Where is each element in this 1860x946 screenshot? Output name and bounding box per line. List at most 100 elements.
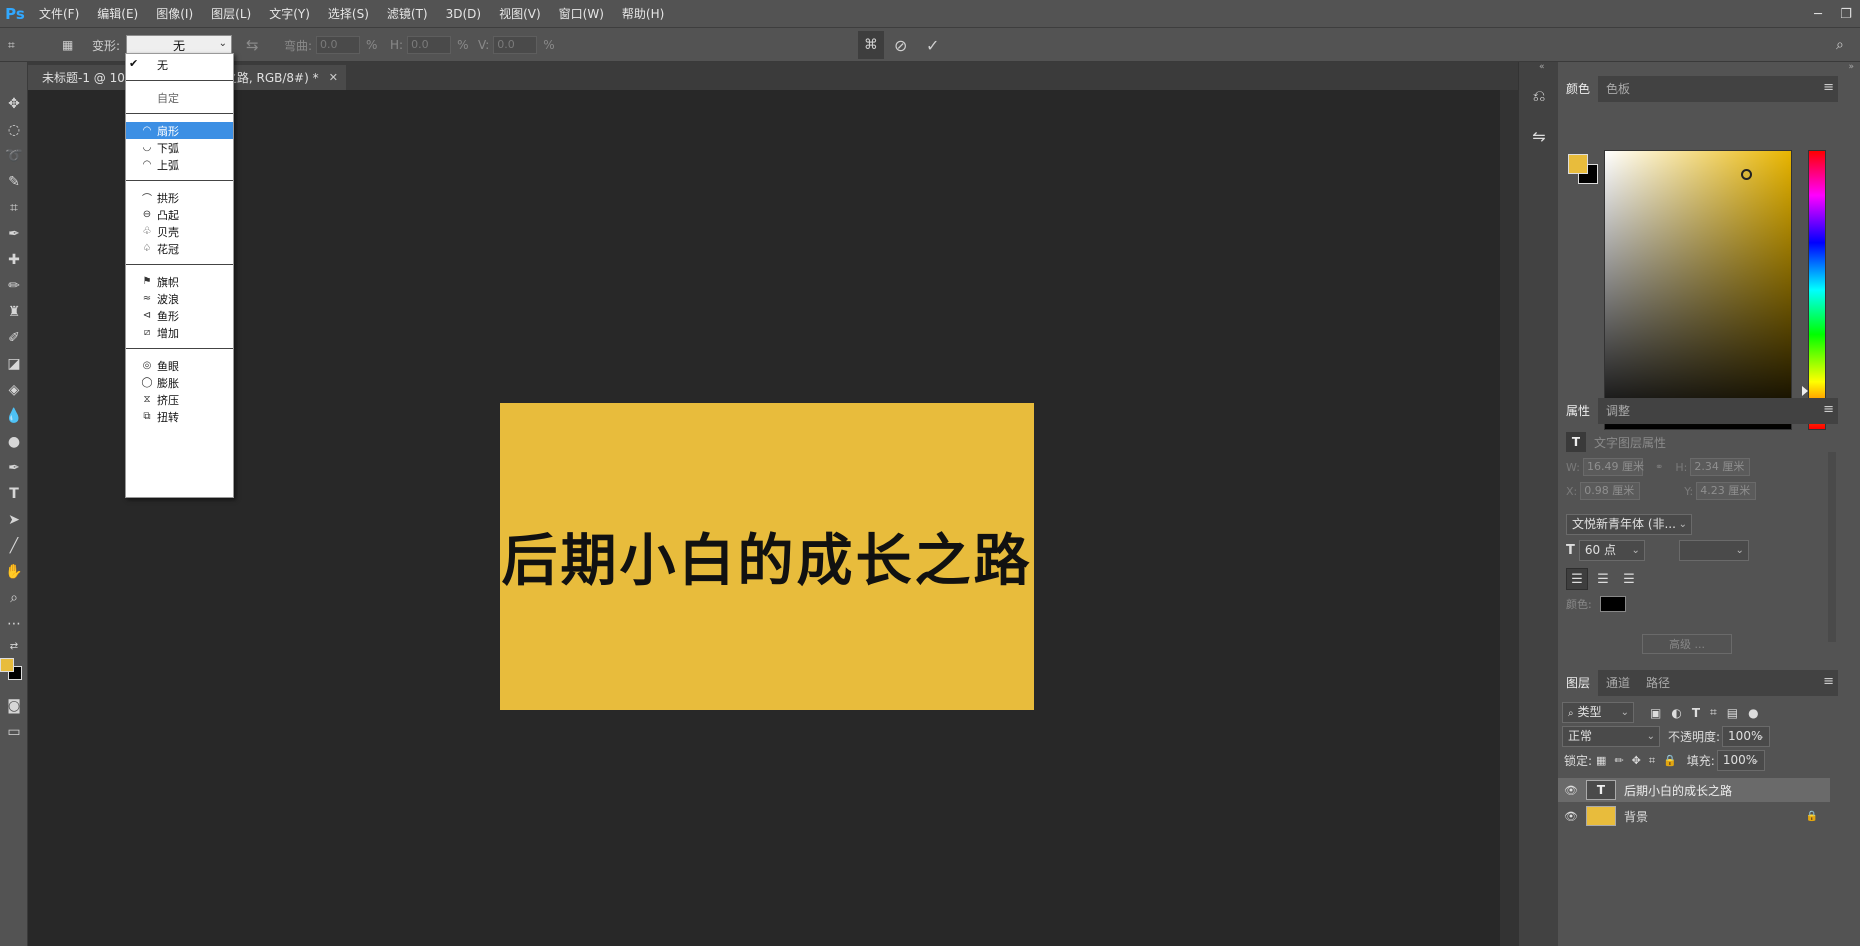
lock-artboard-icon[interactable]: ⌗: [1649, 754, 1655, 768]
eyedropper-tool-icon[interactable]: ✒: [0, 222, 28, 246]
panel-menu-icon[interactable]: ≡: [1823, 402, 1834, 417]
dodge-tool-icon[interactable]: ●: [0, 430, 28, 454]
restore-button[interactable]: ❐: [1832, 0, 1860, 28]
menu-item-1[interactable]: 编辑(E): [88, 0, 147, 28]
x-field[interactable]: 0.98 厘米: [1580, 482, 1641, 500]
menu-item-10[interactable]: 帮助(H): [613, 0, 673, 28]
layer-name[interactable]: 背景: [1624, 808, 1648, 825]
h-field[interactable]: 2.34 厘米: [1690, 458, 1751, 476]
font-size-select[interactable]: 60 点 ⌄: [1578, 540, 1645, 561]
type-tool-icon[interactable]: T: [0, 482, 28, 506]
warp-option[interactable]: ⧉ 扭转: [126, 408, 233, 425]
tab-color[interactable]: 颜色: [1558, 76, 1599, 102]
foreground-color-swatch[interactable]: [1568, 154, 1588, 174]
h-distortion-input[interactable]: 0.0: [407, 36, 452, 54]
blend-mode-select[interactable]: 正常 ⌄: [1562, 726, 1660, 747]
filter-toggle-icon[interactable]: ●: [1748, 706, 1758, 720]
align-left-icon[interactable]: ☰: [1566, 568, 1588, 590]
filter-type-icon[interactable]: T: [1692, 706, 1700, 720]
crop-tool-icon[interactable]: ⌗: [0, 196, 28, 220]
lasso-tool-icon[interactable]: ➰: [0, 144, 28, 168]
bend-input[interactable]: 0.0: [316, 36, 361, 54]
marquee-tool-icon[interactable]: ◌: [0, 118, 28, 142]
vertical-scrollbar[interactable]: [1500, 90, 1518, 946]
search-icon[interactable]: ⌕: [1836, 28, 1844, 62]
character-panel-icon[interactable]: ⇋: [1527, 124, 1551, 148]
tab-properties[interactable]: 属性: [1558, 398, 1599, 424]
layer-row[interactable]: 👁 背景 🔒: [1558, 804, 1830, 828]
lock-position-icon[interactable]: ✥: [1632, 754, 1641, 767]
menu-item-7[interactable]: 3D(D): [437, 0, 490, 28]
layer-row[interactable]: 👁 T 后期小白的成长之路: [1558, 778, 1830, 802]
warp-option[interactable]: ◠ 扇形: [126, 122, 233, 139]
history-brush-tool-icon[interactable]: ✐: [0, 326, 28, 350]
collapse-dock-icon[interactable]: «: [1539, 62, 1545, 72]
hue-slider-handle[interactable]: [1802, 386, 1808, 396]
advanced-button[interactable]: 高级 ...: [1642, 634, 1732, 654]
warp-option[interactable]: ⧖ 挤压: [126, 391, 233, 408]
tab-channels[interactable]: 通道: [1598, 670, 1638, 696]
tab-layers[interactable]: 图层: [1558, 670, 1599, 696]
close-icon[interactable]: ✕: [329, 71, 338, 84]
collapse-panels-icon[interactable]: »: [1848, 62, 1854, 72]
swap-colors-icon[interactable]: ⇄: [0, 634, 28, 658]
menu-item-0[interactable]: 文件(F): [30, 0, 88, 28]
tool-preset-icon[interactable]: ⌗: [8, 28, 15, 62]
lock-image-icon[interactable]: ✏: [1614, 754, 1623, 767]
lock-all-icon[interactable]: 🔒: [1663, 754, 1677, 767]
zoom-tool-icon[interactable]: ⌕: [0, 586, 28, 610]
align-right-icon[interactable]: ☰: [1618, 568, 1640, 590]
blur-tool-icon[interactable]: 💧: [0, 404, 28, 428]
font-family-select[interactable]: 文悦新青年体 (非... ⌄: [1566, 514, 1692, 535]
text-color-swatch[interactable]: [1599, 596, 1626, 612]
warp-option[interactable]: ◡ 下弧: [126, 139, 233, 156]
quick-mask-icon[interactable]: ◙: [0, 694, 28, 718]
menu-item-9[interactable]: 窗口(W): [550, 0, 613, 28]
color-picker-marker[interactable]: [1741, 169, 1752, 180]
layer-name[interactable]: 后期小白的成长之路: [1624, 782, 1732, 799]
hue-slider[interactable]: [1808, 150, 1826, 430]
stamp-tool-icon[interactable]: ♜: [0, 300, 28, 324]
fill-select[interactable]: 100% ⌄: [1716, 750, 1765, 771]
tab-adjustments[interactable]: 调整: [1598, 398, 1638, 424]
properties-scrollbar[interactable]: [1828, 452, 1836, 642]
filter-shape-icon[interactable]: ⌗: [1710, 705, 1717, 720]
warp-option[interactable]: ◯ 膨胀: [126, 374, 233, 391]
line-tool-icon[interactable]: ╱: [0, 534, 28, 558]
menu-item-8[interactable]: 视图(V): [490, 0, 550, 28]
more-tools-icon[interactable]: ⋯: [0, 612, 28, 636]
eye-icon[interactable]: 👁: [1558, 784, 1584, 797]
lock-transparent-icon[interactable]: ▦: [1596, 754, 1606, 767]
warp-option[interactable]: ♧ 贝壳: [126, 223, 233, 240]
pen-tool-icon[interactable]: ✒: [0, 456, 28, 480]
eraser-tool-icon[interactable]: ◪: [0, 352, 28, 376]
warp-option[interactable]: ◎ 鱼眼: [126, 357, 233, 374]
canvas-text-layer[interactable]: 后期小白的成长之路: [502, 516, 1033, 597]
filter-adjustment-icon[interactable]: ◐: [1671, 706, 1681, 720]
filter-pixel-icon[interactable]: ▣: [1650, 706, 1661, 720]
eye-icon[interactable]: 👁: [1558, 810, 1584, 823]
warp-option[interactable]: ✔ 无: [126, 56, 233, 73]
menu-item-2[interactable]: 图像(I): [147, 0, 202, 28]
minimize-button[interactable]: ─: [1804, 0, 1832, 28]
foreground-color-swatch[interactable]: [0, 658, 14, 672]
menu-item-5[interactable]: 选择(S): [319, 0, 378, 28]
saturation-value-field[interactable]: [1604, 150, 1792, 430]
filter-smart-object-icon[interactable]: ▤: [1727, 706, 1738, 720]
menu-item-3[interactable]: 图层(L): [202, 0, 260, 28]
tab-paths[interactable]: 路径: [1638, 670, 1678, 696]
hand-tool-icon[interactable]: ✋: [0, 560, 28, 584]
y-field[interactable]: 4.23 厘米: [1696, 482, 1757, 500]
menu-item-4[interactable]: 文字(Y): [260, 0, 319, 28]
canvas-area[interactable]: 后期小白的成长之路: [28, 90, 1498, 946]
layer-filter-select[interactable]: ⌕ 类型 ⌄: [1562, 702, 1634, 723]
warp-option[interactable]: ⚑ 旗帜: [126, 273, 233, 290]
artboard[interactable]: 后期小白的成长之路: [500, 403, 1034, 710]
v-distortion-input[interactable]: 0.0: [493, 36, 538, 54]
leading-select[interactable]: ⌄: [1678, 540, 1749, 561]
menu-item-6[interactable]: 滤镜(T): [378, 0, 437, 28]
warp-option[interactable]: ♤ 花冠: [126, 240, 233, 257]
warp-option[interactable]: ⊲ 鱼形: [126, 307, 233, 324]
history-panel-icon[interactable]: ⎌: [1527, 84, 1551, 108]
warp-mode-icon[interactable]: ⌘: [858, 31, 884, 59]
